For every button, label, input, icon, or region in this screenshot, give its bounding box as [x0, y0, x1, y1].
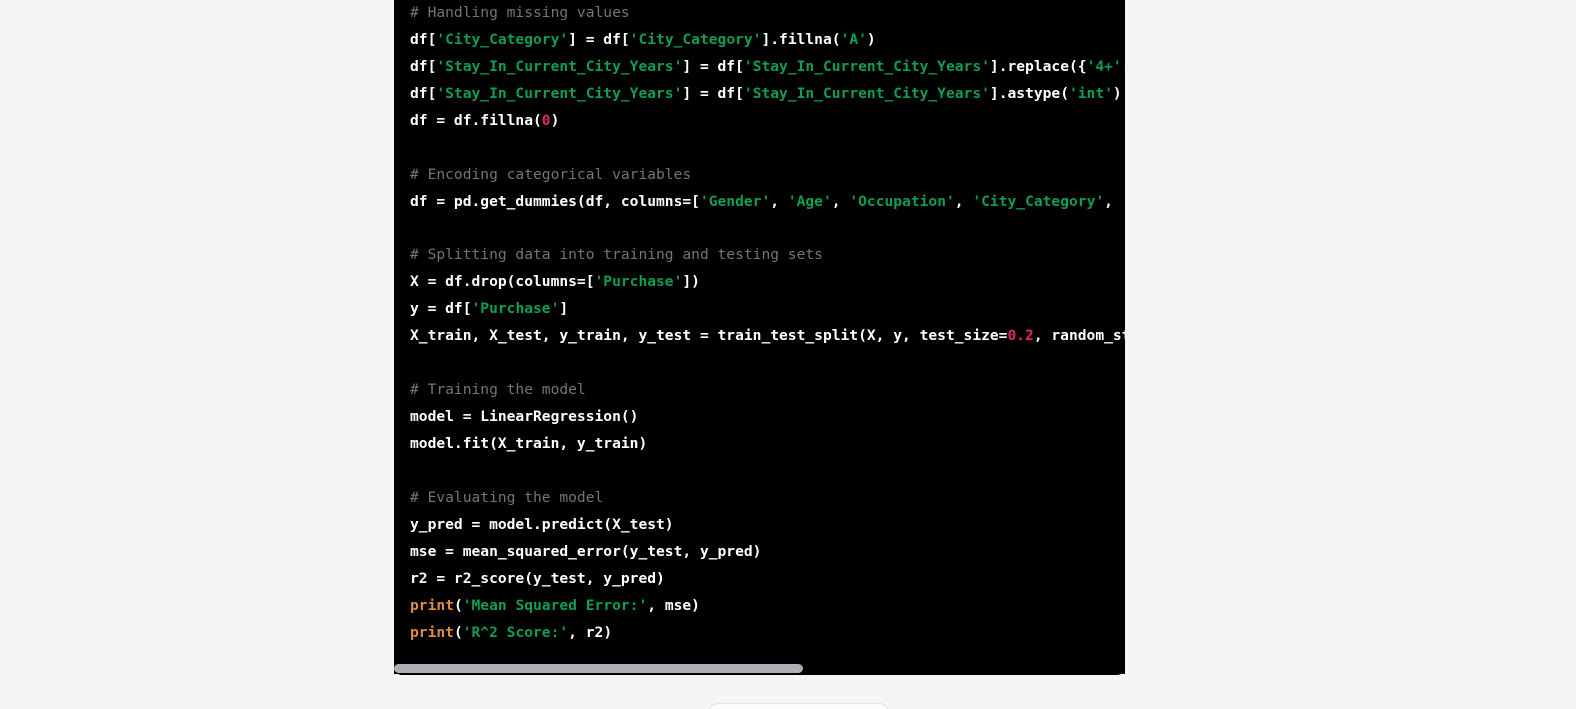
code-token: 0: [541, 111, 551, 129]
code-token: # Evaluating the model: [410, 488, 604, 506]
code-token: df = pd.get_dummies(df, columns=[: [410, 192, 700, 210]
code-token: 0.2: [1007, 327, 1034, 345]
code-token: ,: [770, 192, 788, 210]
chat-input-top-edge[interactable]: [708, 703, 889, 709]
code-token: # Training the model: [410, 381, 586, 399]
code-line: mse = mean_squared_error(y_test, y_pred): [410, 539, 1125, 566]
code-token: ): [550, 111, 560, 129]
code-token: 'City_Category': [436, 30, 569, 48]
code-token: ] = df[: [682, 57, 744, 75]
code-line: df = df.fillna(0): [410, 108, 1125, 135]
code-token: , mse): [647, 596, 700, 614]
code-line: model.fit(X_train, y_train): [410, 431, 1125, 458]
code-token: 'Age': [787, 192, 832, 210]
code-horizontal-scrollbar[interactable]: [394, 663, 1125, 674]
code-token: 'A': [840, 30, 867, 48]
code-token: df = df.fillna(: [410, 111, 542, 129]
code-line: df['Stay_In_Current_City_Years'] = df['S…: [410, 81, 1125, 108]
code-line: r2 = r2_score(y_test, y_pred): [410, 566, 1125, 593]
code-token: , random_state=: [1033, 327, 1125, 345]
code-token: # Handling missing values: [410, 4, 630, 21]
code-token: r2 = r2_score(y_test, y_pred): [410, 569, 665, 587]
code-token: 'Stay_In_Current_City_Years': [436, 84, 683, 102]
code-line: y = df['Purchase']: [410, 296, 1125, 323]
code-token: ): [866, 30, 876, 48]
code-scroll-viewport[interactable]: # Handling missing values df['City_Catego…: [394, 0, 1125, 675]
code-content: # Handling missing values df['City_Catego…: [394, 0, 1125, 647]
code-token: '4+': [1086, 57, 1122, 75]
code-token: # Splitting data into training and testi…: [410, 246, 823, 264]
python-code-block: # Handling missing values df['City_Catego…: [394, 0, 1125, 675]
code-line: # Splitting data into training and testi…: [410, 242, 1125, 269]
code-token: (: [453, 596, 463, 614]
code-token: 'Stay_In_Current_City_Years': [743, 84, 990, 102]
code-token: df[: [410, 30, 437, 48]
code-token: 'City_Category': [972, 192, 1105, 210]
code-token: (: [453, 623, 463, 641]
code-token: 'Purchase': [594, 273, 683, 291]
page-root: # Handling missing values df['City_Catego…: [0, 0, 1576, 709]
code-token: ,: [831, 192, 850, 210]
code-line: X_train, X_test, y_train, y_test = train…: [410, 323, 1125, 350]
code-token: 'City_Category': [629, 30, 762, 48]
code-token: ): [1112, 84, 1122, 102]
code-token: 'Product_Category_1': [1122, 193, 1125, 210]
code-token: y_pred = model.predict(X_test): [410, 515, 674, 533]
code-token: df[: [410, 57, 437, 75]
code-token: :: [1122, 58, 1125, 75]
code-token: 'Purchase': [471, 300, 560, 318]
code-line: df['City_Category'] = df['City_Category'…: [410, 27, 1125, 54]
code-line: # Encoding categorical variables: [410, 162, 1125, 189]
code-token: ]): [682, 273, 700, 291]
code-token: 'Stay_In_Current_City_Years': [436, 57, 683, 75]
code-line: df['Stay_In_Current_City_Years'] = df['S…: [410, 54, 1125, 81]
code-line: # Evaluating the model: [410, 485, 1125, 512]
code-line: print('R^2 Score:', r2): [410, 620, 1125, 647]
code-token: df[: [410, 84, 437, 102]
code-token: ] = df[: [682, 84, 744, 102]
code-token: , r2): [568, 623, 613, 641]
code-line: # Handling missing values: [410, 0, 1125, 27]
code-token: 'Occupation': [849, 192, 955, 210]
code-token: X = df.drop(columns=[: [410, 273, 595, 291]
code-token: ] = df[: [568, 30, 630, 48]
code-token: X_train, X_test, y_train, y_test = train…: [410, 327, 1008, 345]
code-token: ].astype(: [989, 84, 1069, 102]
code-token: model.fit(X_train, y_train): [410, 435, 648, 452]
code-line: df = pd.get_dummies(df, columns=['Gender…: [410, 189, 1125, 216]
code-token: ]: [559, 300, 569, 318]
code-line: y_pred = model.predict(X_test): [410, 512, 1125, 539]
code-token: ,: [1104, 192, 1122, 210]
code-horizontal-scrollbar-thumb[interactable]: [394, 664, 803, 673]
code-token: ].fillna(: [761, 30, 841, 48]
code-token: 'int': [1068, 84, 1113, 102]
code-token: # Encoding categorical variables: [410, 165, 692, 183]
code-line: # Training the model: [410, 377, 1125, 404]
code-line: print('Mean Squared Error:', mse): [410, 593, 1125, 620]
code-line: model = LinearRegression(): [410, 404, 1125, 431]
code-token: y = df[: [410, 300, 472, 318]
code-token: ].replace({: [989, 57, 1087, 75]
code-token: print: [410, 596, 454, 614]
code-token: ,: [954, 192, 973, 210]
code-token: mse = mean_squared_error(y_test, y_pred): [410, 542, 762, 560]
code-token: print: [410, 623, 454, 641]
code-token: 'Gender': [699, 192, 771, 210]
code-token: 'R^2 Score:': [462, 623, 569, 641]
code-token: 'Stay_In_Current_City_Years': [743, 57, 990, 75]
code-token: model = LinearRegression(): [410, 408, 639, 426]
code-line: X = df.drop(columns=['Purchase']): [410, 269, 1125, 296]
code-token: 'Mean Squared Error:': [462, 596, 648, 614]
